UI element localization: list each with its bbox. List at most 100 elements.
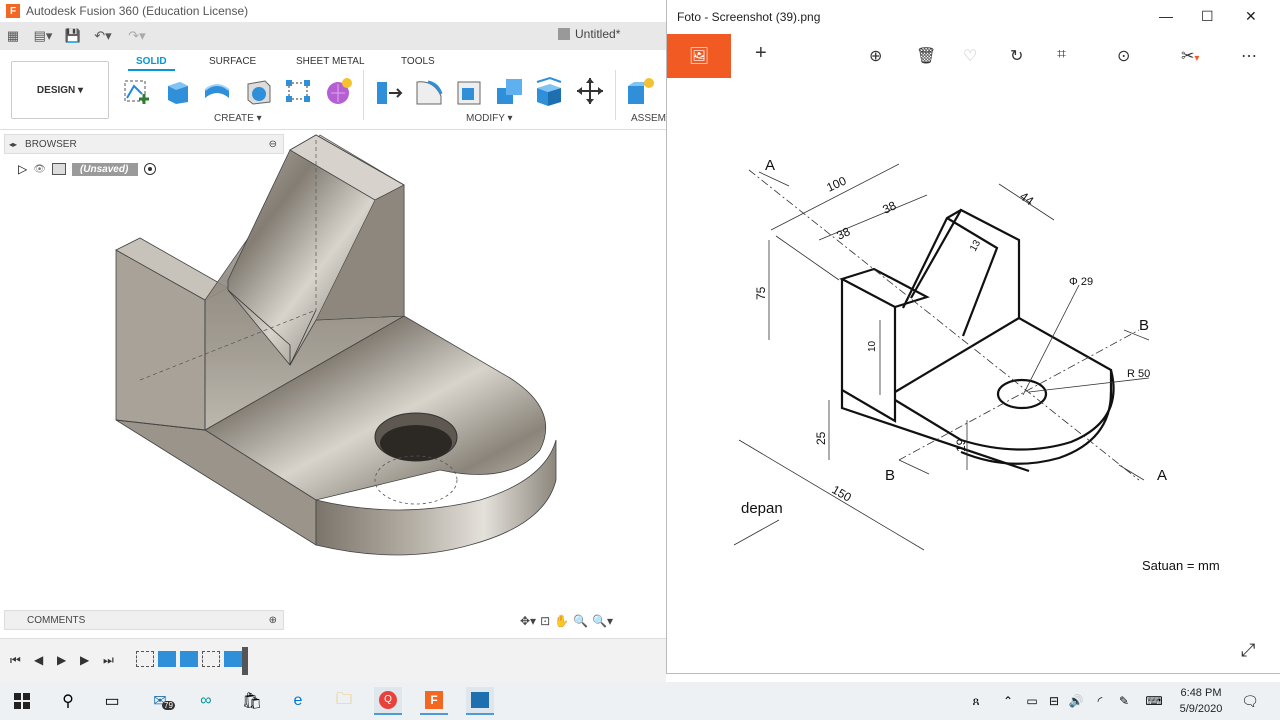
document-icon: [558, 28, 570, 40]
fusion-window-title: Autodesk Fusion 360 (Education License): [26, 4, 249, 18]
modify-group-label[interactable]: MODIFY ▾: [466, 113, 513, 124]
delete-icon[interactable]: 🗑: [916, 46, 936, 66]
ribbon-separator: [615, 70, 616, 120]
windows-start-icon[interactable]: [8, 687, 36, 715]
dim-19: 19: [954, 438, 968, 452]
expand-icon[interactable]: ⤢: [1241, 640, 1255, 661]
play-icon[interactable]: ▶: [57, 653, 66, 667]
document-tab[interactable]: Untitled*: [558, 27, 620, 41]
expand-arrow-icon[interactable]: ▷: [18, 162, 27, 176]
see-all-photos-button[interactable]: 🖼: [667, 34, 731, 78]
timeline-extrude-icon[interactable]: [180, 651, 198, 667]
zoom-icon[interactable]: 🔍: [573, 614, 588, 628]
system-clock[interactable]: 6:48 PM 5/9/2020: [1178, 685, 1224, 717]
tab-solid[interactable]: SOLID: [128, 56, 175, 71]
fusion-logo-icon: F: [6, 4, 20, 18]
front-view-label: depan: [741, 500, 783, 517]
ribbon-separator: [363, 70, 364, 120]
fusion-taskbar-icon[interactable]: F: [420, 687, 448, 715]
photos-taskbar-icon[interactable]: [466, 687, 494, 715]
component-icon: [51, 163, 66, 175]
app-icon[interactable]: Q: [374, 687, 402, 715]
navigation-bar: ✥▾ ⊡ ✋ 🔍 🔍▾: [520, 610, 660, 632]
mail-icon[interactable]: ✉ 79: [146, 687, 175, 715]
timeline-sketch-icon[interactable]: [202, 651, 220, 667]
clock-date: 5/9/2020: [1179, 703, 1223, 715]
extrude-icon[interactable]: [162, 76, 192, 106]
undo-icon[interactable]: ↶▾: [86, 25, 120, 47]
pattern-icon[interactable]: [283, 76, 313, 106]
favorite-heart-icon[interactable]: ♡: [963, 46, 977, 66]
create-group-label[interactable]: CREATE ▾: [214, 113, 262, 124]
maximize-button[interactable]: ☐: [1201, 8, 1214, 25]
crop-icon[interactable]: ⌗: [1057, 46, 1066, 64]
pen-icon[interactable]: ✎: [1110, 687, 1138, 715]
search-icon[interactable]: ⚲: [54, 687, 82, 715]
sweep-icon[interactable]: [243, 76, 273, 106]
minimize-button[interactable]: —: [1159, 8, 1173, 24]
timeline-extrude-icon[interactable]: [158, 651, 176, 667]
grid-menu-icon[interactable]: ▦: [0, 25, 26, 47]
timeline-sketch-icon[interactable]: [136, 651, 154, 667]
offset-face-icon[interactable]: [534, 76, 564, 106]
people-icon[interactable]: ጸ: [962, 687, 990, 715]
press-pull-icon[interactable]: [374, 76, 404, 106]
image-icon: 🖼: [688, 48, 710, 65]
photos-window: Foto - Screenshot (39).png — ☐ ✕ 🖼 + ⊕ 🗑…: [666, 0, 1280, 674]
timeline-bar: ⏮ ◀ ▶ ▶ ⏭: [0, 638, 666, 682]
more-options-icon[interactable]: ⋯: [1241, 46, 1257, 66]
form-icon[interactable]: [323, 76, 353, 106]
step-back-icon[interactable]: ◀: [34, 653, 43, 667]
step-forward-icon[interactable]: ▶: [80, 653, 89, 667]
notifications-icon[interactable]: 🗨: [1236, 687, 1264, 715]
collapse-icon[interactable]: ◂▸: [9, 140, 17, 149]
add-comment-icon[interactable]: ⊕: [269, 615, 277, 626]
create-sketch-icon[interactable]: [122, 76, 152, 106]
edge-icon[interactable]: e: [284, 687, 312, 715]
comments-panel-header[interactable]: COMMENTS ⊕: [4, 610, 284, 630]
dim-10: 10: [867, 340, 878, 352]
tab-tools[interactable]: TOOLS: [401, 56, 435, 67]
comments-label: COMMENTS: [27, 614, 86, 626]
store-icon[interactable]: 🛍: [238, 687, 266, 715]
combine-icon[interactable]: [494, 76, 524, 106]
arduino-icon[interactable]: ∞: [192, 687, 220, 715]
redo-icon[interactable]: ↷▾: [120, 25, 154, 47]
go-to-start-icon[interactable]: ⏮: [10, 653, 21, 668]
save-icon[interactable]: 💾: [60, 25, 86, 47]
dim-44: 44: [1017, 189, 1036, 208]
keyboard-icon[interactable]: ⌨: [1140, 687, 1168, 715]
model-viewport[interactable]: [100, 130, 570, 570]
technical-drawing: A A B B 100 38 38 44 13 75 10 25 19 150 …: [733, 157, 1220, 573]
close-button[interactable]: ✕: [1245, 8, 1257, 25]
new-component-icon[interactable]: [625, 76, 655, 106]
photos-title-bar: Foto - Screenshot (39).png: [667, 0, 1280, 34]
photos-window-title: Foto - Screenshot (39).png: [677, 10, 821, 24]
zoom-in-icon[interactable]: ⊕: [869, 46, 882, 66]
file-explorer-icon[interactable]: 🗀: [330, 687, 358, 715]
tab-sheet-metal[interactable]: SHEET METAL: [296, 56, 365, 67]
rotate-icon[interactable]: ↻: [1010, 46, 1023, 66]
visibility-eye-icon[interactable]: 👁: [33, 164, 46, 175]
timeline-features: [136, 651, 246, 669]
move-icon[interactable]: [575, 76, 605, 106]
add-icon[interactable]: +: [755, 42, 767, 65]
enhance-icon[interactable]: ⊙: [1117, 46, 1130, 66]
shell-icon[interactable]: [454, 76, 484, 106]
revolve-icon[interactable]: [202, 76, 232, 106]
file-menu-icon[interactable]: ▤▾: [26, 25, 60, 47]
tab-surface[interactable]: SURFACE: [209, 56, 256, 67]
task-view-icon[interactable]: ▭: [98, 687, 126, 715]
pan-hand-icon[interactable]: ✋: [554, 614, 569, 628]
fillet-icon[interactable]: [414, 76, 444, 106]
timeline-extrude-icon[interactable]: [224, 651, 242, 667]
clock-time: 6:48 PM: [1180, 687, 1222, 699]
dim-38-a: 38: [880, 198, 898, 216]
fit-zoom-icon[interactable]: 🔍▾: [592, 614, 613, 628]
edit-create-icon[interactable]: ✂▾: [1181, 46, 1199, 66]
orbit-icon[interactable]: ✥▾: [520, 614, 536, 628]
timeline-marker[interactable]: [242, 647, 248, 675]
design-workspace-button[interactable]: DESIGN ▾: [11, 61, 109, 119]
go-to-end-icon[interactable]: ⏭: [103, 653, 114, 668]
look-at-icon[interactable]: ⊡: [540, 614, 550, 628]
